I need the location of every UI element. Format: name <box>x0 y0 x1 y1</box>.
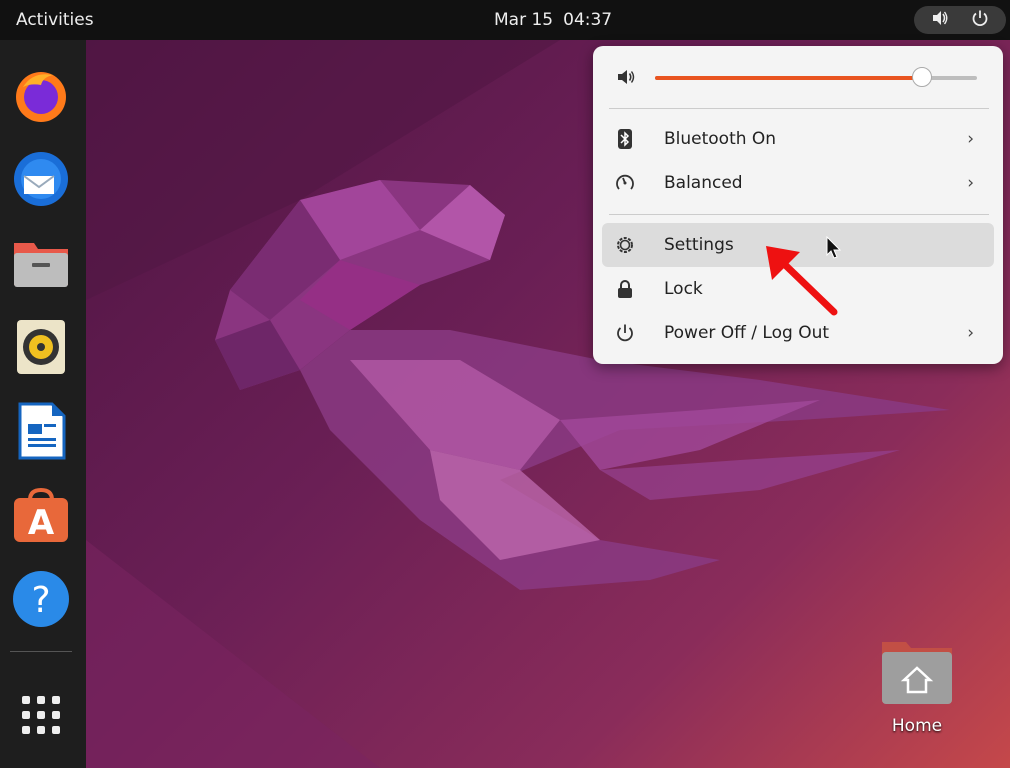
volume-icon <box>618 70 635 84</box>
menu-item-power-mode[interactable]: Balanced › <box>602 161 994 205</box>
menu-item-label: Bluetooth On <box>664 129 777 149</box>
firefox-icon[interactable] <box>12 66 70 124</box>
menu-item-label: Power Off / Log Out <box>664 323 830 343</box>
chevron-right-icon: › <box>967 323 974 343</box>
mouse-cursor-icon <box>826 236 842 259</box>
chevron-right-icon: › <box>967 129 974 149</box>
gear-icon <box>612 235 638 255</box>
clock-time: 04:37 <box>563 10 613 30</box>
volume-slider[interactable] <box>655 67 977 87</box>
volume-slider-handle[interactable] <box>912 67 933 87</box>
rhythmbox-icon[interactable] <box>12 318 70 376</box>
top-bar: Activities Mar 15 04:37 <box>0 0 1010 40</box>
activities-button[interactable]: Activities <box>16 10 94 30</box>
menu-item-label: Lock <box>664 279 703 299</box>
menu-item-label: Settings <box>664 235 734 255</box>
home-folder-icon <box>882 642 952 704</box>
bluetooth-icon <box>612 129 638 149</box>
svg-text:A: A <box>28 503 55 543</box>
chevron-right-icon: › <box>967 173 974 193</box>
menu-item-label: Balanced <box>664 173 743 193</box>
menu-separator <box>609 108 989 109</box>
svg-text:?: ? <box>31 580 50 621</box>
help-icon[interactable]: ? <box>12 570 70 628</box>
apps-grid-icon[interactable] <box>12 686 70 744</box>
clock-date: Mar 15 <box>494 10 554 30</box>
home-label: Home <box>891 716 943 736</box>
dock-separator <box>10 651 72 652</box>
volume-slider-fill <box>655 76 923 80</box>
menu-separator <box>609 214 989 215</box>
power-icon <box>612 323 638 343</box>
desktop-home-folder[interactable]: Home <box>878 634 956 744</box>
writer-icon[interactable] <box>12 402 70 460</box>
dock: A ? <box>0 40 86 768</box>
thunderbird-icon[interactable] <box>12 150 70 208</box>
volume-row <box>617 68 637 90</box>
clock[interactable]: Mar 15 04:37 <box>494 10 622 30</box>
software-icon[interactable]: A <box>12 486 70 544</box>
power-icon <box>971 9 989 32</box>
volume-icon <box>931 9 949 32</box>
menu-item-bluetooth[interactable]: Bluetooth On › <box>602 117 994 161</box>
system-tray[interactable] <box>914 6 1006 34</box>
power-mode-icon <box>612 173 638 193</box>
files-icon[interactable] <box>12 234 70 292</box>
lock-icon <box>612 279 638 299</box>
